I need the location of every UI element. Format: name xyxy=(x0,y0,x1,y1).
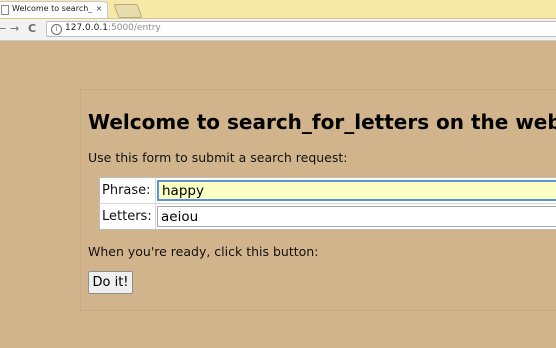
reload-icon[interactable]: C xyxy=(28,22,36,36)
url-path: :5000/entry xyxy=(107,23,161,33)
tab-title: Welcome to search_for_ xyxy=(12,4,92,13)
letters-input[interactable] xyxy=(157,206,556,227)
form-row-divider xyxy=(99,203,556,204)
submit-button[interactable]: Do it! xyxy=(88,271,133,294)
browser-toolbar: ← → C i 127.0.0.1:5000/entry xyxy=(0,19,556,41)
ready-text: When you're ready, click this button: xyxy=(88,244,319,259)
address-bar[interactable]: i 127.0.0.1:5000/entry xyxy=(46,21,556,37)
phrase-label: Phrase: xyxy=(102,183,151,198)
letters-label: Letters: xyxy=(102,209,152,224)
info-icon[interactable]: i xyxy=(51,24,62,35)
page-title: Welcome to search_for_letters on the web… xyxy=(88,110,556,134)
forward-icon[interactable]: → xyxy=(10,22,19,36)
form-column-divider xyxy=(155,178,156,229)
tab-bar: Welcome to search_for_ × xyxy=(0,0,556,19)
url-text[interactable]: 127.0.0.1:5000/entry xyxy=(65,23,161,33)
back-icon[interactable]: ← xyxy=(0,22,6,36)
phrase-input[interactable] xyxy=(157,180,556,201)
new-tab-button[interactable] xyxy=(113,4,143,18)
browser-tab[interactable]: Welcome to search_for_ × xyxy=(0,1,108,18)
intro-text: Use this form to submit a search request… xyxy=(88,150,348,165)
close-tab-icon[interactable]: × xyxy=(95,4,103,13)
page-icon xyxy=(1,5,9,15)
url-host: 127.0.0.1 xyxy=(65,23,108,33)
